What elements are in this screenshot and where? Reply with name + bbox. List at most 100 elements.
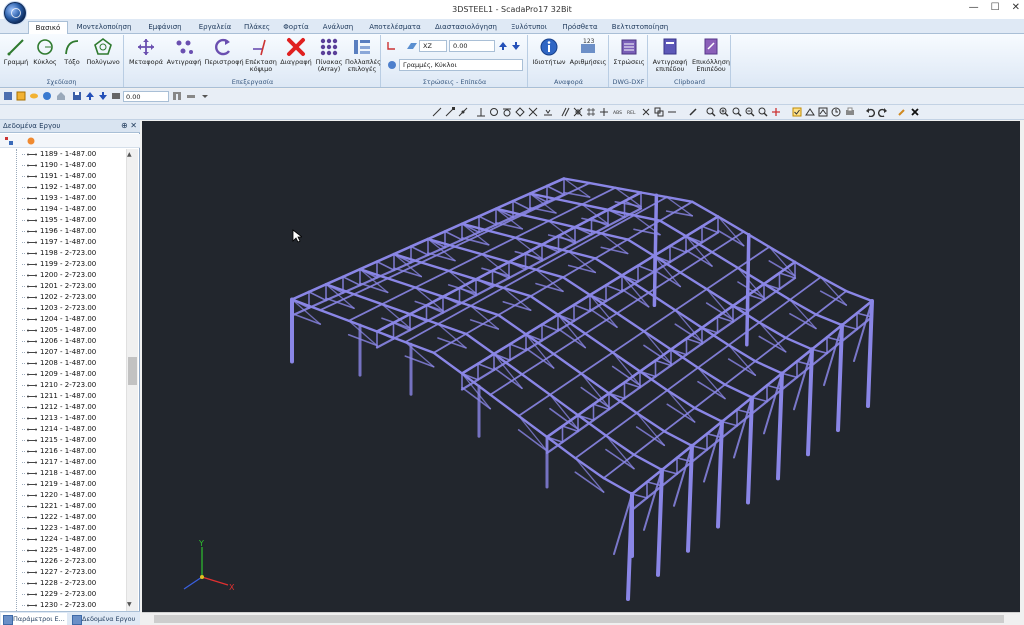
tree-item[interactable]: 1215 - 1-487.00 bbox=[0, 435, 126, 446]
snap-ortho-icon[interactable] bbox=[599, 107, 609, 117]
3d-viewport[interactable]: Y X bbox=[142, 121, 1020, 612]
pan-icon[interactable] bbox=[771, 107, 781, 117]
dropdown-arrow-icon[interactable] bbox=[200, 91, 210, 101]
pen-icon[interactable] bbox=[688, 107, 698, 117]
beam-icon[interactable] bbox=[186, 91, 196, 101]
tree-item[interactable]: 1227 - 2-723.00 bbox=[0, 567, 126, 578]
tree-item[interactable]: 1197 - 1-487.00 bbox=[0, 237, 126, 248]
tab-optimization[interactable]: Βελτιστοποίηση bbox=[610, 21, 670, 34]
tree-item[interactable]: 1217 - 1-487.00 bbox=[0, 457, 126, 468]
snap-perpendicular-icon[interactable] bbox=[476, 107, 486, 117]
tab-slabs[interactable]: Πλάκες bbox=[242, 21, 272, 34]
home-icon[interactable] bbox=[56, 91, 66, 101]
snap-quadrant-icon[interactable] bbox=[515, 107, 525, 117]
tab-analysis[interactable]: Ανάλυση bbox=[320, 21, 356, 34]
array-button[interactable]: Πίνακας (Array) bbox=[314, 37, 344, 73]
snap-dash-icon[interactable] bbox=[667, 107, 677, 117]
snap-nearest-icon[interactable] bbox=[543, 107, 553, 117]
tree-item[interactable]: 1192 - 1-487.00 bbox=[0, 182, 126, 193]
tab-view[interactable]: Εμφάνιση bbox=[142, 21, 188, 34]
zoom-window-icon[interactable] bbox=[732, 107, 742, 117]
tree-item[interactable]: 1206 - 1-487.00 bbox=[0, 336, 126, 347]
close-button[interactable]: ✕ bbox=[1012, 2, 1020, 13]
tab-addons[interactable]: Πρόσθετα bbox=[560, 21, 600, 34]
multiple-selection-button[interactable]: Πολλαπλές επιλογές bbox=[345, 37, 381, 73]
tree-item[interactable]: 1195 - 1-487.00 bbox=[0, 215, 126, 226]
tree-item[interactable]: 1196 - 1-487.00 bbox=[0, 226, 126, 237]
panel-pin-close[interactable]: ⊕ ✕ bbox=[121, 121, 137, 130]
tree-item[interactable]: 1194 - 1-487.00 bbox=[0, 204, 126, 215]
tab-project-data[interactable]: Δεδομένα Εργου bbox=[70, 613, 138, 625]
paste-level-button[interactable]: Επικόλληση Επιπέδου bbox=[691, 37, 731, 73]
maximize-button[interactable]: ☐ bbox=[991, 2, 1000, 13]
move-button[interactable]: Μεταφορά bbox=[128, 37, 164, 66]
tree-item[interactable]: 1222 - 1-487.00 bbox=[0, 512, 126, 523]
eye-icon[interactable] bbox=[29, 91, 39, 101]
toolbar-elevation-input[interactable]: 0.00 bbox=[123, 91, 169, 102]
tree-item[interactable]: 1199 - 2-723.00 bbox=[0, 259, 126, 270]
zoom-out-icon[interactable] bbox=[745, 107, 755, 117]
scroll-up-arrow-icon[interactable]: ▲ bbox=[127, 151, 132, 158]
level-down-small-icon[interactable] bbox=[98, 91, 108, 101]
tree-item[interactable]: 1204 - 1-487.00 bbox=[0, 314, 126, 325]
tree-item[interactable]: 1216 - 1-487.00 bbox=[0, 446, 126, 457]
tree-item[interactable]: 1226 - 2-723.00 bbox=[0, 556, 126, 567]
snap-mid-icon[interactable] bbox=[458, 107, 468, 117]
tree-item[interactable]: 1223 - 1-487.00 bbox=[0, 523, 126, 534]
copy-level-button[interactable]: Αντιγραφή επιπέδου bbox=[650, 37, 690, 73]
snap-tangent-icon[interactable] bbox=[502, 107, 512, 117]
close-drawing-icon[interactable] bbox=[910, 107, 920, 117]
snap-intersection-icon[interactable] bbox=[528, 107, 538, 117]
layer-select[interactable]: Γραμμές, Κύκλοι bbox=[399, 59, 523, 71]
tree-item[interactable]: 1209 - 1-487.00 bbox=[0, 369, 126, 380]
circle-button[interactable]: Κύκλος bbox=[32, 37, 58, 66]
tree-item[interactable]: 1225 - 1-487.00 bbox=[0, 545, 126, 556]
delete-button[interactable]: Διαγραφή bbox=[279, 37, 313, 66]
snap-end-icon[interactable] bbox=[445, 107, 455, 117]
tab-project-parameters[interactable]: Παράμετροι Ε... bbox=[1, 613, 67, 625]
tree-item[interactable]: 1202 - 2-723.00 bbox=[0, 292, 126, 303]
tab-formwork[interactable]: Ξυλότυποι bbox=[508, 21, 550, 34]
viewport-scrollbar-thumb[interactable] bbox=[154, 615, 1004, 623]
tree-item[interactable]: 1193 - 1-487.00 bbox=[0, 193, 126, 204]
tab-loads[interactable]: Φορτία bbox=[280, 21, 312, 34]
grid-icon[interactable] bbox=[16, 91, 26, 101]
tree-item[interactable]: 1210 - 2-723.00 bbox=[0, 380, 126, 391]
tree-item[interactable]: 1198 - 2-723.00 bbox=[0, 248, 126, 259]
tree-item[interactable]: 1208 - 1-487.00 bbox=[0, 358, 126, 369]
tab-results[interactable]: Αποτελέσματα bbox=[366, 21, 424, 34]
minimize-button[interactable]: — bbox=[969, 2, 979, 13]
clock-icon[interactable] bbox=[831, 107, 841, 117]
tree-item[interactable]: 1207 - 1-487.00 bbox=[0, 347, 126, 358]
snap-grid-icon[interactable] bbox=[586, 107, 596, 117]
snap-line-icon[interactable] bbox=[432, 107, 442, 117]
tree-item[interactable]: 1218 - 1-487.00 bbox=[0, 468, 126, 479]
view-front-icon[interactable] bbox=[818, 107, 828, 117]
tree-item[interactable]: 1189 - 1-487.00 bbox=[0, 149, 126, 160]
select-all-icon[interactable] bbox=[792, 107, 802, 117]
tree-item[interactable]: 1203 - 2-723.00 bbox=[0, 303, 126, 314]
tree-item[interactable]: 1191 - 1-487.00 bbox=[0, 171, 126, 182]
snap-center-icon[interactable] bbox=[489, 107, 499, 117]
snap-rel-icon[interactable]: REL bbox=[627, 107, 637, 117]
level-down-icon[interactable] bbox=[511, 41, 521, 51]
level-up-small-icon[interactable] bbox=[85, 91, 95, 101]
tree-item[interactable]: 1213 - 1-487.00 bbox=[0, 413, 126, 424]
tab-tools[interactable]: Εργαλεία bbox=[195, 21, 235, 34]
tree-scrollbar-thumb[interactable] bbox=[128, 357, 137, 385]
zoom-extents-icon[interactable] bbox=[758, 107, 768, 117]
redo-icon[interactable] bbox=[878, 107, 888, 117]
tree-item[interactable]: 1220 - 1-487.00 bbox=[0, 490, 126, 501]
copy-button[interactable]: Αντιγραφή bbox=[165, 37, 203, 66]
column-icon[interactable] bbox=[172, 91, 182, 101]
snap-copy-icon[interactable] bbox=[654, 107, 664, 117]
extend-trim-button[interactable]: Επέκταση κόψιμο bbox=[245, 37, 277, 73]
tab-design[interactable]: Διαστασιολόγηση bbox=[432, 21, 500, 34]
globe-icon[interactable] bbox=[42, 91, 52, 101]
tree-item[interactable]: 1219 - 1-487.00 bbox=[0, 479, 126, 490]
snap-icon[interactable] bbox=[3, 91, 13, 101]
snap-cross-icon[interactable] bbox=[641, 107, 651, 117]
scroll-down-arrow-icon[interactable]: ▼ bbox=[127, 601, 132, 608]
rotate-button[interactable]: Περιστροφή bbox=[204, 37, 244, 66]
tree-item[interactable]: 1229 - 2-723.00 bbox=[0, 589, 126, 600]
